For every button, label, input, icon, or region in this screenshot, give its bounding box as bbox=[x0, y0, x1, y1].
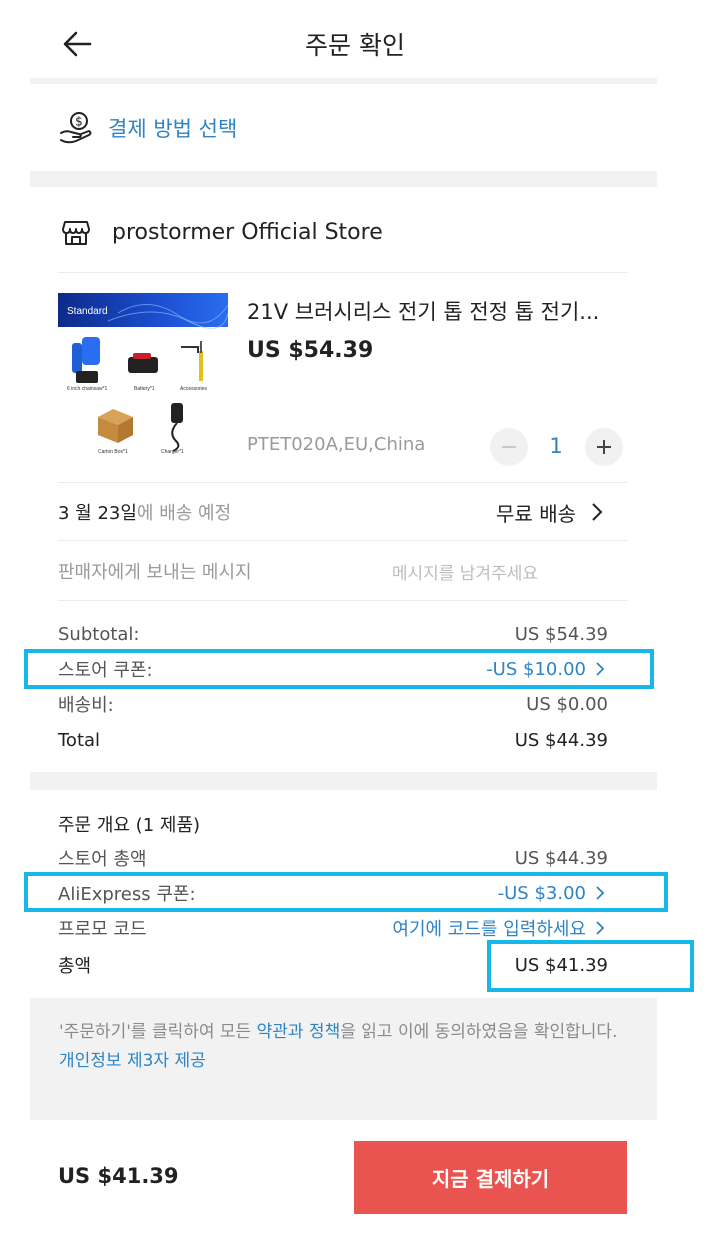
shipping-fee-row: 배송비: US $0.00 bbox=[58, 690, 608, 718]
store-total-row: 스토어 총액 US $44.39 bbox=[58, 844, 608, 872]
promo-code-label: 프로모 코드 bbox=[58, 919, 147, 940]
terms-text-post: 을 읽고 이에 동의하였음을 확인합니다. bbox=[340, 1022, 618, 1042]
minus-icon bbox=[502, 446, 516, 448]
shipping-fee-label: 배송비: bbox=[58, 695, 114, 716]
plus-icon bbox=[597, 440, 611, 454]
store-header[interactable]: prostormer Official Store bbox=[58, 210, 383, 254]
product-price: US $54.39 bbox=[247, 338, 374, 363]
divider-band bbox=[30, 78, 657, 84]
payment-method-label: 결제 방법 선택 bbox=[108, 117, 238, 141]
payment-method-selector[interactable]: $ 결제 방법 선택 bbox=[58, 106, 237, 150]
message-input[interactable]: 메시지를 남겨주세요 bbox=[392, 559, 538, 584]
divider bbox=[58, 482, 628, 483]
shipping-fee-value: US $0.00 bbox=[526, 693, 608, 715]
store-name: prostormer Official Store bbox=[112, 219, 383, 245]
image-caption: 6 inch chainsaw*1 bbox=[67, 386, 108, 392]
highlight-box bbox=[487, 940, 694, 992]
store-total-value: US $44.39 bbox=[514, 847, 608, 869]
delivery-estimate: 3 월 23일에 배송 예정 bbox=[58, 499, 231, 525]
order-summary-header: 주문 개요 (1 제품) bbox=[58, 810, 608, 838]
promo-code-placeholder: 여기에 코드를 입력하세요 bbox=[392, 919, 586, 940]
image-banner-text: Standard bbox=[67, 306, 108, 317]
total-label: Total bbox=[58, 729, 101, 751]
shipping-label: 무료 배송 bbox=[496, 501, 576, 526]
message-label: 판매자에게 보내는 메시지 bbox=[58, 562, 252, 583]
image-caption: Charger*1 bbox=[161, 449, 184, 455]
delivery-date: 3 월 23일 bbox=[58, 503, 137, 524]
seller-message-row[interactable]: 판매자에게 보내는 메시지 메시지를 남겨주세요 bbox=[58, 555, 608, 587]
delivery-row[interactable]: 3 월 23일에 배송 예정 무료 배송 bbox=[58, 496, 608, 528]
product-name[interactable]: 21V 브러시리스 전기 톱 전정 톱 전기... bbox=[247, 296, 627, 326]
total-value: US $44.39 bbox=[514, 729, 608, 751]
total-row: Total US $44.39 bbox=[58, 726, 608, 754]
footer-total-price: US $41.39 bbox=[58, 1164, 179, 1188]
image-caption: Carton Box*1 bbox=[98, 449, 128, 455]
product-sku[interactable]: PTET020A,EU,China bbox=[247, 434, 425, 455]
svg-text:$: $ bbox=[75, 115, 83, 129]
highlight-box bbox=[24, 649, 654, 689]
chevron-right-icon bbox=[592, 503, 603, 521]
terms-link[interactable]: 약관과 정책 bbox=[257, 1022, 341, 1042]
page-title: 주문 확인 bbox=[305, 31, 405, 60]
highlight-box bbox=[24, 872, 668, 912]
image-caption: Accessories bbox=[180, 386, 207, 392]
quantity-decrease-button[interactable] bbox=[490, 428, 528, 466]
pay-now-button[interactable]: 지금 결제하기 bbox=[354, 1141, 627, 1214]
divider-band bbox=[30, 772, 657, 790]
shipping-option[interactable]: 무료 배송 bbox=[496, 498, 608, 527]
divider bbox=[58, 600, 628, 601]
product-image[interactable]: Standard 6 inch chainsaw*1 Battery*1 Acc… bbox=[58, 293, 228, 465]
delivery-suffix: 에 배송 예정 bbox=[136, 503, 232, 524]
store-icon bbox=[62, 221, 90, 245]
chevron-right-icon bbox=[596, 921, 605, 935]
divider bbox=[58, 272, 628, 273]
grand-total-label: 총액 bbox=[58, 956, 92, 977]
divider bbox=[58, 540, 628, 541]
terms-notice: '주문하기'를 클릭하여 모든 약관과 정책을 읽고 이에 동의하였음을 확인합… bbox=[30, 998, 657, 1120]
image-caption: Battery*1 bbox=[134, 386, 155, 392]
subtotal-label: Subtotal: bbox=[58, 623, 140, 645]
store-total-label: 스토어 총액 bbox=[58, 849, 147, 870]
privacy-link[interactable]: 개인정보 제3자 제공 bbox=[59, 1051, 206, 1071]
quantity-value: 1 bbox=[549, 434, 563, 458]
quantity-increase-button[interactable] bbox=[585, 428, 623, 466]
promo-code-input[interactable]: 여기에 코드를 입력하세요 bbox=[392, 915, 608, 941]
order-summary-title: 주문 개요 (1 제품) bbox=[58, 815, 201, 836]
promo-code-row[interactable]: 프로모 코드 여기에 코드를 입력하세요 bbox=[58, 914, 608, 942]
subtotal-value: US $54.39 bbox=[514, 623, 608, 645]
subtotal-row: Subtotal: US $54.39 bbox=[58, 620, 608, 648]
hand-coin-icon: $ bbox=[60, 112, 92, 144]
terms-text-pre: '주문하기'를 클릭하여 모든 bbox=[59, 1022, 257, 1042]
divider-band bbox=[30, 171, 657, 187]
